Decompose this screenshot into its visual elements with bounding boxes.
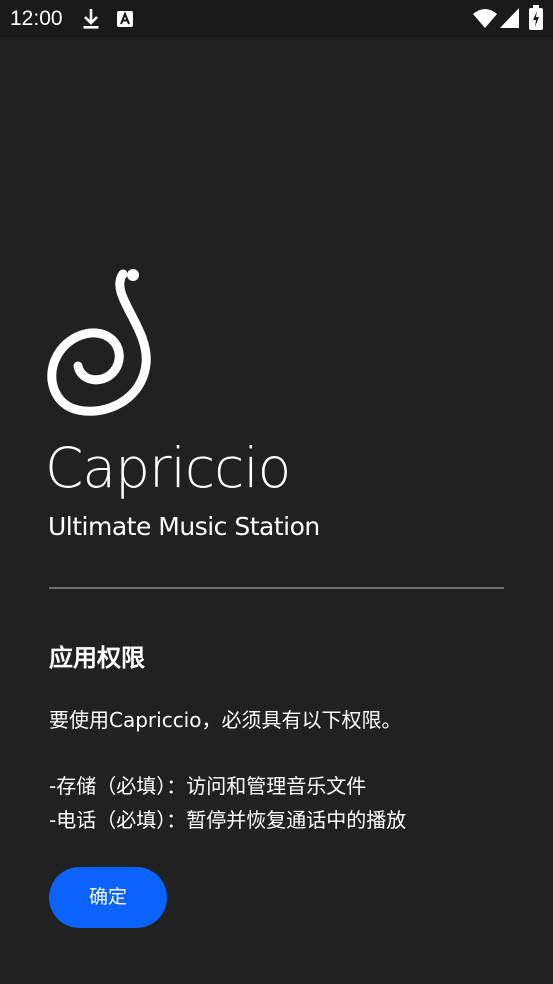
confirm-button[interactable]: 确定 [49, 867, 167, 928]
battery-icon [529, 5, 543, 30]
permissions-description: 要使用Capriccio，必须具有以下权限。 [49, 708, 402, 732]
cellular-signal-icon [500, 8, 519, 28]
wifi-icon [473, 9, 497, 28]
permissions-title: 应用权限 [49, 644, 145, 672]
status-bar: 12:00 [0, 0, 553, 37]
permission-item-storage: -存储（必填）：访问和管理音乐文件 [49, 774, 367, 798]
app-name: Capriccio [45, 436, 291, 500]
status-time: 12:00 [10, 7, 63, 30]
text-notification-icon [117, 11, 133, 27]
capriccio-logo-icon [47, 269, 151, 416]
permission-item-phone: -电话（必填）：暂停并恢复通话中的播放 [49, 808, 407, 832]
download-icon [83, 9, 99, 29]
divider [49, 587, 504, 589]
app-tagline: Ultimate Music Station [48, 512, 320, 541]
